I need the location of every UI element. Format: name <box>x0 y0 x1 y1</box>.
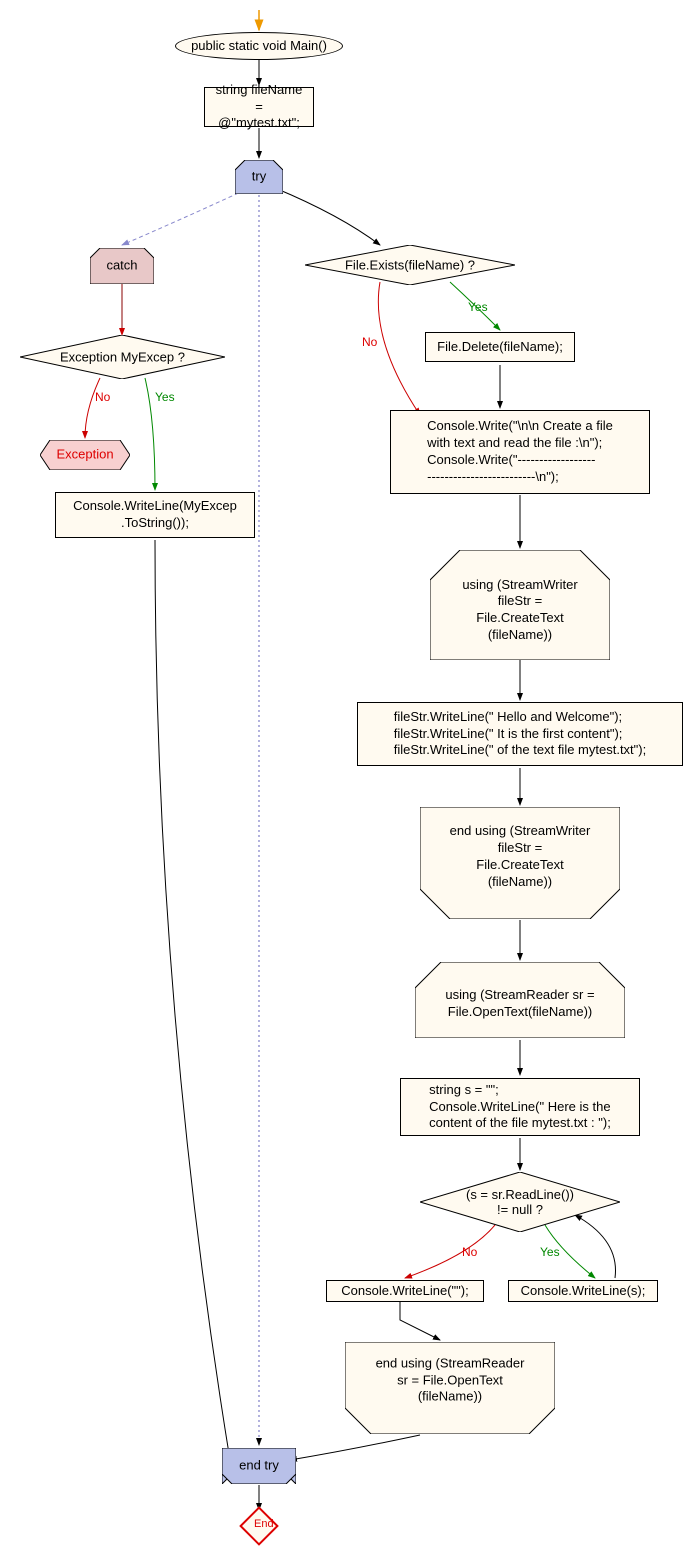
no-label-1: No <box>95 390 110 404</box>
file-delete: File.Delete(fileName); <box>425 332 575 362</box>
end-using-writer-text: end using (StreamWriter fileStr = File.C… <box>420 824 620 892</box>
exception-test: Exception MyExcep ? <box>20 335 225 379</box>
main-declaration: public static void Main() <box>175 32 343 60</box>
writeline-empty: Console.WriteLine(""); <box>326 1280 484 1302</box>
yes-label-2: Yes <box>468 300 488 314</box>
exception-terminal: Exception <box>40 440 130 470</box>
readline-test-text: (s = sr.ReadLine()) != null ? <box>420 1187 620 1217</box>
using-writer: using (StreamWriter fileStr = File.Creat… <box>430 550 610 660</box>
reader-init-text: string s = ""; Console.WriteLine(" Here … <box>429 1082 611 1133</box>
filename-box: string fileName = @"mytest.txt"; <box>204 87 314 127</box>
console-write-header: Console.Write("\n\n Create a file with t… <box>390 410 650 494</box>
try-block: try <box>235 160 283 194</box>
end-try: end try <box>222 1448 296 1484</box>
file-delete-text: File.Delete(fileName); <box>437 339 563 356</box>
no-label-2: No <box>362 335 377 349</box>
using-reader-text: using (StreamReader sr = File.OpenText(f… <box>415 987 625 1021</box>
end-node: End <box>245 1512 273 1540</box>
main-decl-text: public static void Main() <box>191 38 327 55</box>
end-using-writer: end using (StreamWriter fileStr = File.C… <box>420 807 620 919</box>
writeline-s-text: Console.WriteLine(s); <box>521 1283 646 1300</box>
end-try-text: end try <box>222 1458 296 1475</box>
exception-term-text: Exception <box>40 447 130 464</box>
header-text: Console.Write("\n\n Create a file with t… <box>427 418 613 486</box>
end-text: End <box>250 1517 278 1531</box>
reader-init: string s = ""; Console.WriteLine(" Here … <box>400 1078 640 1136</box>
file-exists-test: File.Exists(fileName) ? <box>305 245 515 285</box>
writeline-empty-text: Console.WriteLine(""); <box>341 1283 468 1300</box>
writer-lines: fileStr.WriteLine(" Hello and Welcome");… <box>357 702 683 766</box>
catch-text: catch <box>90 258 154 275</box>
writer-lines-text: fileStr.WriteLine(" Hello and Welcome");… <box>394 709 646 760</box>
end-using-reader: end using (StreamReader sr = File.OpenTe… <box>345 1342 555 1434</box>
yes-label-1: Yes <box>155 390 175 404</box>
end-using-reader-text: end using (StreamReader sr = File.OpenTe… <box>345 1355 555 1406</box>
catch-block: catch <box>90 248 154 284</box>
using-reader: using (StreamReader sr = File.OpenText(f… <box>415 962 625 1038</box>
writeline-s: Console.WriteLine(s); <box>508 1280 658 1302</box>
filename-text: string fileName = @"mytest.txt"; <box>213 82 305 133</box>
flowchart-edges <box>0 0 689 1540</box>
readline-test: (s = sr.ReadLine()) != null ? <box>420 1172 620 1232</box>
try-text: try <box>235 169 283 186</box>
writeline-excep: Console.WriteLine(MyExcep .ToString()); <box>55 492 255 538</box>
writeline-excep-text: Console.WriteLine(MyExcep .ToString()); <box>73 498 237 532</box>
using-writer-text: using (StreamWriter fileStr = File.Creat… <box>430 577 610 645</box>
file-exists-text: File.Exists(fileName) ? <box>305 258 515 273</box>
yes-label-3: Yes <box>540 1245 560 1259</box>
exception-test-text: Exception MyExcep ? <box>20 350 225 365</box>
no-label-3: No <box>462 1245 477 1259</box>
